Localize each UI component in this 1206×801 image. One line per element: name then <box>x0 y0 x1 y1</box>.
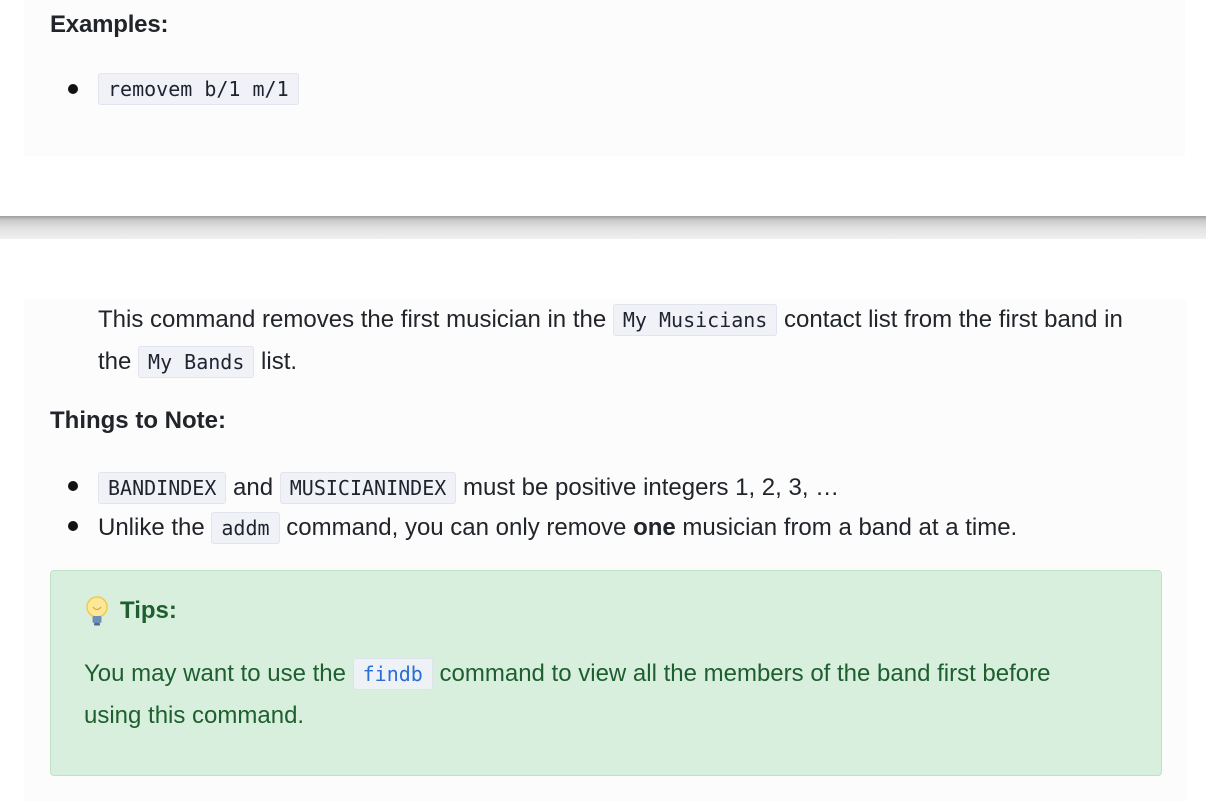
list-item: BANDINDEX and MUSICIANINDEX must be posi… <box>50 468 1017 508</box>
findb-code: findb <box>352 658 433 690</box>
note-text: must be positive integers 1, 2, 3, … <box>456 474 840 501</box>
tips-callout: Tips: You may want to use the findb comm… <box>50 570 1162 776</box>
note-text: and <box>226 474 280 501</box>
my-bands-code: My Bands <box>138 346 255 378</box>
examples-list: removem b/1 m/1 <box>50 71 299 107</box>
description-text: This command removes the first musician … <box>98 306 613 333</box>
spacer <box>0 239 1186 299</box>
notes-list: BANDINDEX and MUSICIANINDEX must be posi… <box>50 468 1017 548</box>
things-to-note-heading: Things to Note: <box>50 407 226 434</box>
list-item: removem b/1 m/1 <box>50 71 299 107</box>
my-musicians-code: My Musicians <box>612 304 778 336</box>
description-text: list. <box>254 348 298 375</box>
tips-header: Tips: <box>84 595 177 627</box>
tips-text: You may want to use the findb command to… <box>84 653 1084 736</box>
note-text: Unlike the <box>98 514 212 541</box>
list-item: Unlike the addm command, you can only re… <box>50 508 1017 548</box>
section-divider <box>0 216 1206 239</box>
note-text: command, you can only remove <box>279 514 634 541</box>
bandindex-code: BANDINDEX <box>98 472 227 504</box>
example-command-code: removem b/1 m/1 <box>98 73 299 105</box>
tips-heading: Tips: <box>120 597 177 624</box>
emphasis-text: one <box>633 514 676 541</box>
examples-section: Examples: removem b/1 m/1 <box>24 0 1185 156</box>
tip-text: You may want to use the <box>84 660 353 687</box>
command-description: This command removes the first musician … <box>98 299 1158 383</box>
command-details-section: This command removes the first musician … <box>24 299 1186 801</box>
musicianindex-code: MUSICIANINDEX <box>279 472 457 504</box>
addm-code: addm <box>211 512 280 544</box>
note-text: musician from a band at a time. <box>675 514 1018 541</box>
lightbulb-icon <box>84 595 110 627</box>
examples-heading: Examples: <box>50 11 169 38</box>
